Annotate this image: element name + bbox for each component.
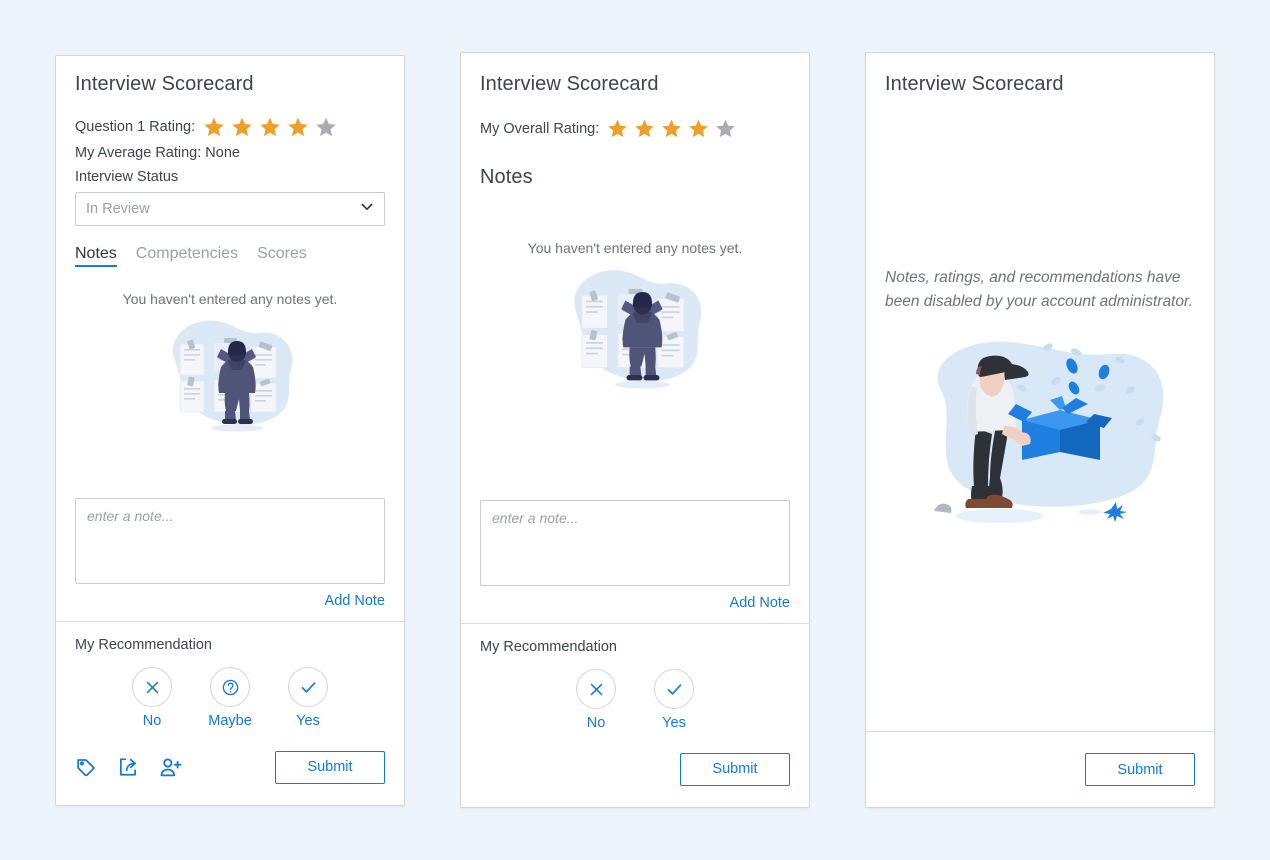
empty-notes-illustration-wrap bbox=[480, 256, 790, 391]
page-title: Interview Scorecard bbox=[885, 73, 1064, 95]
scorecard-tabs: Notes Competencies Scores bbox=[75, 245, 385, 267]
card-footer: Submit bbox=[56, 729, 404, 805]
recommendation-option-yes[interactable]: Yes bbox=[279, 667, 337, 729]
question-circle-icon[interactable] bbox=[210, 667, 250, 707]
page-title: Interview Scorecard bbox=[75, 73, 254, 95]
star-rating-overall[interactable] bbox=[607, 118, 736, 139]
card-footer: Submit bbox=[461, 731, 809, 807]
person-pinning-notes-illustration bbox=[172, 320, 293, 432]
recommendation-label-no: No bbox=[586, 715, 606, 731]
close-icon[interactable] bbox=[576, 669, 616, 709]
star-icon-empty[interactable] bbox=[715, 118, 736, 139]
interview-scorecard-card-overall: Interview Scorecard My Overall Rating: N… bbox=[460, 52, 810, 808]
question-rating-label: Question 1 Rating: bbox=[75, 119, 196, 135]
add-note-link[interactable]: Add Note bbox=[480, 595, 790, 611]
empty-notes-message: You haven't entered any notes yet. bbox=[122, 291, 338, 307]
overall-rating-row: My Overall Rating: bbox=[480, 118, 790, 139]
recommendation-option-maybe[interactable]: Maybe bbox=[201, 667, 259, 729]
section-divider bbox=[461, 623, 809, 624]
recommendation-option-no[interactable]: No bbox=[123, 667, 181, 729]
star-icon-filled[interactable] bbox=[688, 118, 709, 139]
tab-competencies[interactable]: Competencies bbox=[136, 245, 238, 267]
recommendation-title: My Recommendation bbox=[480, 639, 617, 655]
note-input[interactable] bbox=[75, 498, 385, 584]
page-title: Interview Scorecard bbox=[480, 73, 659, 95]
person-pinning-notes-illustration bbox=[574, 270, 702, 389]
add-note-link[interactable]: Add Note bbox=[75, 593, 385, 609]
submit-button[interactable]: Submit bbox=[275, 750, 385, 784]
empty-notes-illustration-wrap bbox=[75, 307, 385, 434]
interview-status-select[interactable]: In Review bbox=[75, 192, 385, 226]
recommendation-label-yes: Yes bbox=[296, 713, 320, 729]
interview-scorecard-card-full: Interview Scorecard Question 1 Rating: M… bbox=[55, 55, 405, 806]
check-icon[interactable] bbox=[654, 669, 694, 709]
recommendation-label-no: No bbox=[142, 713, 162, 729]
star-rating-1[interactable] bbox=[203, 116, 337, 138]
card-footer: Submit bbox=[866, 731, 1214, 807]
recommendation-option-no[interactable]: No bbox=[567, 669, 625, 731]
share-icon[interactable] bbox=[117, 756, 139, 778]
check-icon[interactable] bbox=[288, 667, 328, 707]
person-with-box-illustration bbox=[934, 341, 1164, 523]
recommendation-option-yes[interactable]: Yes bbox=[645, 669, 703, 731]
empty-state-illustration-wrap bbox=[885, 324, 1195, 536]
scorecard-comparison-page: Interview Scorecard Question 1 Rating: M… bbox=[0, 0, 1270, 860]
close-icon[interactable] bbox=[132, 667, 172, 707]
recommendation-title: My Recommendation bbox=[75, 637, 212, 653]
section-divider bbox=[56, 621, 404, 622]
question-rating-row: Question 1 Rating: bbox=[75, 116, 385, 138]
footer-action-icons bbox=[75, 756, 182, 779]
star-icon-filled[interactable] bbox=[607, 118, 628, 139]
interview-status-select-wrap: In Review bbox=[75, 192, 385, 226]
star-icon-filled[interactable] bbox=[259, 116, 281, 138]
empty-notes-message: You haven't entered any notes yet. bbox=[527, 240, 743, 256]
average-rating-text: My Average Rating: None bbox=[75, 145, 240, 161]
submit-button[interactable]: Submit bbox=[680, 752, 790, 786]
interview-scorecard-card-disabled: Interview Scorecard Notes, ratings, and … bbox=[865, 52, 1215, 808]
star-icon-filled[interactable] bbox=[203, 116, 225, 138]
star-icon-filled[interactable] bbox=[231, 116, 253, 138]
recommendation-choices: No Yes bbox=[480, 669, 790, 731]
tab-notes[interactable]: Notes bbox=[75, 245, 117, 267]
recommendation-label-yes: Yes bbox=[662, 715, 686, 731]
notes-heading: Notes bbox=[480, 166, 533, 188]
recommendation-label-maybe: Maybe bbox=[208, 713, 252, 729]
note-input[interactable] bbox=[480, 500, 790, 586]
tab-scores[interactable]: Scores bbox=[257, 245, 307, 267]
star-icon-filled[interactable] bbox=[287, 116, 309, 138]
star-icon-filled[interactable] bbox=[634, 118, 655, 139]
star-icon-filled[interactable] bbox=[661, 118, 682, 139]
interview-status-label: Interview Status bbox=[75, 169, 179, 185]
overall-rating-label: My Overall Rating: bbox=[480, 120, 600, 137]
add-person-icon[interactable] bbox=[159, 756, 182, 779]
tag-icon[interactable] bbox=[75, 756, 97, 778]
star-icon-empty[interactable] bbox=[315, 116, 337, 138]
recommendation-choices: No Maybe Yes bbox=[75, 667, 385, 729]
submit-button[interactable]: Submit bbox=[1085, 753, 1195, 786]
disabled-message: Notes, ratings, and recommendations have… bbox=[885, 269, 1193, 310]
